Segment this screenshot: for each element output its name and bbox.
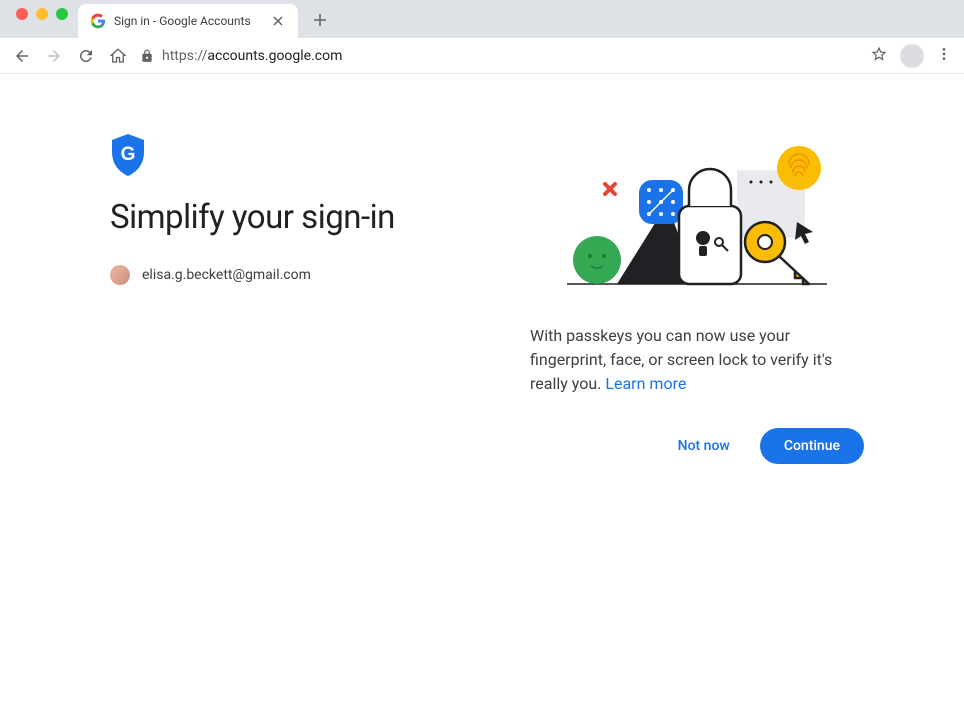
avatar [110,265,130,285]
reload-button[interactable] [76,46,96,66]
tab-title: Sign in - Google Accounts [114,14,262,28]
learn-more-link[interactable]: Learn more [605,374,686,393]
tab-bar: Sign in - Google Accounts [0,0,964,38]
tab-close-icon[interactable] [270,13,286,29]
address-bar: https://accounts.google.com [0,38,964,74]
user-identity-row: elisa.g.beckett@gmail.com [110,265,490,285]
menu-button[interactable] [936,46,952,66]
window-controls [12,8,78,30]
url-bar[interactable]: https://accounts.google.com [140,48,858,64]
url-text: https://accounts.google.com [162,48,342,64]
back-button[interactable] [12,46,32,66]
window-maximize-button[interactable] [56,8,68,20]
page-title: Simplify your sign-in [110,198,490,237]
not-now-button[interactable]: Not now [660,428,748,464]
description-text: With passkeys you can now use your finge… [530,324,864,396]
passkey-illustration [547,134,847,294]
window-close-button[interactable] [16,8,28,20]
browser-chrome: Sign in - Google Accounts https://accoun… [0,0,964,74]
new-tab-button[interactable] [306,6,334,34]
home-button[interactable] [108,46,128,66]
user-email: elisa.g.beckett@gmail.com [142,267,311,283]
page-content: G Simplify your sign-in elisa.g.beckett@… [0,74,964,464]
left-column: G Simplify your sign-in elisa.g.beckett@… [110,134,490,464]
button-row: Not now Continue [530,428,864,464]
bookmark-button[interactable] [870,45,888,67]
svg-text:G: G [121,144,136,165]
lock-icon [140,49,154,63]
forward-button[interactable] [44,46,64,66]
google-favicon [90,13,106,29]
right-column: With passkeys you can now use your finge… [530,134,864,464]
continue-button[interactable]: Continue [760,428,864,464]
window-minimize-button[interactable] [36,8,48,20]
profile-button[interactable] [900,44,924,68]
browser-tab[interactable]: Sign in - Google Accounts [78,4,298,38]
google-shield-icon: G [110,134,146,176]
